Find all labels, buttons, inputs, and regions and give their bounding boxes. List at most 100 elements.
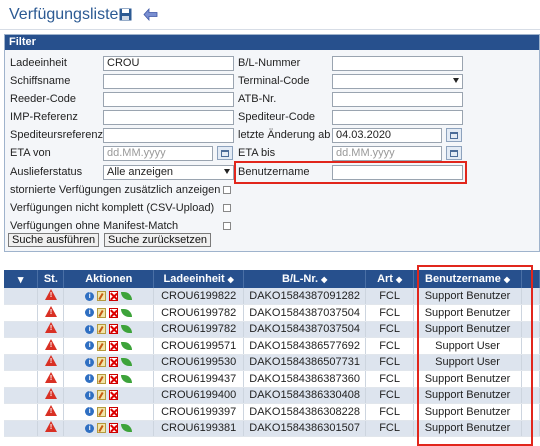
schiffsname-input[interactable] [103, 74, 234, 89]
warning-icon: ! [44, 421, 57, 433]
calendar-icon[interactable] [446, 128, 462, 142]
actions-cell: i [63, 387, 155, 404]
check-label-nicht-komplett: Verfügungen nicht komplett (CSV-Upload) [10, 202, 215, 214]
sort-icon: ◆ [321, 275, 328, 284]
actions-cell: i [63, 420, 155, 437]
actions-cell: i [63, 288, 155, 305]
info-icon[interactable]: i [85, 341, 95, 351]
leaf-icon[interactable] [121, 325, 133, 334]
back-arrow-icon[interactable] [143, 8, 158, 21]
row-select-cell[interactable] [4, 288, 39, 305]
art-cell: FCL [365, 387, 415, 404]
row-select-cell[interactable] [4, 387, 39, 404]
imp-referenz-input[interactable] [103, 110, 234, 125]
bl-nummer-input[interactable] [332, 56, 463, 71]
info-icon[interactable]: i [85, 407, 95, 417]
warning-icon: ! [44, 305, 57, 317]
delete-icon[interactable] [109, 406, 119, 417]
atb-nr-input[interactable] [332, 92, 463, 107]
edit-icon[interactable] [97, 307, 107, 318]
delete-icon[interactable] [109, 340, 119, 351]
chevron-down-icon: ▾ [17, 273, 24, 286]
info-icon[interactable]: i [85, 324, 95, 334]
status-cell: ! [37, 337, 65, 355]
reset-button[interactable]: Suche zurücksetzen [104, 233, 212, 247]
checkbox-storniert[interactable] [223, 186, 231, 194]
info-icon[interactable]: i [85, 357, 95, 367]
chevron-down-icon [453, 78, 459, 83]
checkbox-nicht-komplett[interactable] [223, 204, 231, 212]
row-select-cell[interactable] [4, 337, 39, 355]
edit-icon[interactable] [97, 291, 107, 301]
checkbox-ohne-manifest[interactable] [223, 222, 231, 230]
title-bar: Verfügungsliste [0, 0, 540, 30]
terminal-code-select[interactable] [332, 74, 463, 89]
warning-icon: ! [44, 322, 57, 334]
actions-header[interactable]: Aktionen [63, 270, 155, 288]
edit-icon[interactable] [97, 357, 107, 368]
edit-icon[interactable] [97, 340, 107, 351]
edit-icon[interactable] [97, 423, 107, 434]
leaf-icon[interactable] [121, 292, 133, 300]
row-select-cell[interactable] [4, 420, 39, 437]
delete-icon[interactable] [109, 357, 119, 368]
delete-icon[interactable] [109, 390, 119, 401]
info-icon[interactable]: i [85, 374, 95, 384]
letzte-aenderung-input[interactable]: 04.03.2020 [332, 128, 442, 143]
spediteur-code-input[interactable] [332, 110, 463, 125]
bl-cell: DAKO1584386330408 [243, 387, 367, 404]
info-icon[interactable]: i [85, 390, 95, 400]
save-icon[interactable] [119, 8, 132, 21]
ladeeinheit-cell: CROU6199437 [153, 370, 245, 388]
leaf-icon[interactable] [121, 374, 133, 383]
leaf-icon[interactable] [121, 308, 133, 317]
bl-cell: DAKO1584386387360 [243, 370, 367, 388]
status-header[interactable]: St. [37, 270, 65, 288]
leaf-icon[interactable] [121, 424, 133, 433]
calendar-icon[interactable] [217, 146, 233, 160]
row-select-cell[interactable] [4, 403, 39, 421]
leaf-icon[interactable] [121, 358, 133, 367]
auslieferstatus-select[interactable]: Alle anzeigen [103, 165, 234, 180]
delete-icon[interactable] [109, 291, 119, 301]
edit-icon[interactable] [97, 324, 107, 335]
info-icon[interactable]: i [85, 291, 95, 301]
edit-icon[interactable] [97, 406, 107, 417]
leaf-icon[interactable] [121, 341, 133, 350]
status-cell: ! [37, 304, 65, 322]
warning-icon: ! [44, 338, 57, 350]
terminal-code-label: Terminal-Code [238, 75, 310, 87]
row-select-cell[interactable] [4, 370, 39, 388]
edit-icon[interactable] [97, 390, 107, 401]
delete-icon[interactable] [109, 423, 119, 434]
delete-icon[interactable] [109, 324, 119, 335]
bl-header[interactable]: B/L-Nr. ◆ [243, 270, 367, 288]
actions-cell: i [63, 354, 155, 371]
art-header[interactable]: Art ◆ [365, 270, 415, 288]
actions-cell: i [63, 403, 155, 421]
letzte-aenderung-label: letzte Änderung ab [238, 129, 331, 141]
ladeeinheit-cell: CROU6199782 [153, 321, 245, 338]
ladeeinheit-input[interactable]: CROU [103, 56, 234, 71]
edit-icon[interactable] [97, 373, 107, 384]
delete-icon[interactable] [109, 373, 119, 384]
search-button[interactable]: Suche ausführen [8, 233, 100, 247]
row-select-cell[interactable] [4, 304, 39, 322]
row-select-cell[interactable] [4, 354, 39, 371]
ladeeinheit-cell: CROU6199400 [153, 387, 245, 404]
ladeeinheit-cell: CROU6199571 [153, 337, 245, 355]
delete-icon[interactable] [109, 307, 119, 318]
reeder-code-input[interactable] [103, 92, 234, 107]
eta-von-input[interactable]: dd.MM.yyyy [103, 146, 213, 161]
highlight-box-benutzername-column [417, 265, 533, 446]
eta-bis-input[interactable]: dd.MM.yyyy [332, 146, 442, 161]
art-cell: FCL [365, 420, 415, 437]
info-icon[interactable]: i [85, 308, 95, 318]
row-select-cell[interactable] [4, 321, 39, 338]
calendar-icon[interactable] [446, 146, 462, 160]
ladeeinheit-header[interactable]: Ladeeinheit ◆ [153, 270, 245, 288]
sort-icon: ◆ [395, 275, 403, 284]
column-menu-header[interactable]: ▾ [4, 270, 39, 288]
info-icon[interactable]: i [85, 423, 95, 433]
spediteursreferenz-input[interactable] [103, 128, 234, 143]
